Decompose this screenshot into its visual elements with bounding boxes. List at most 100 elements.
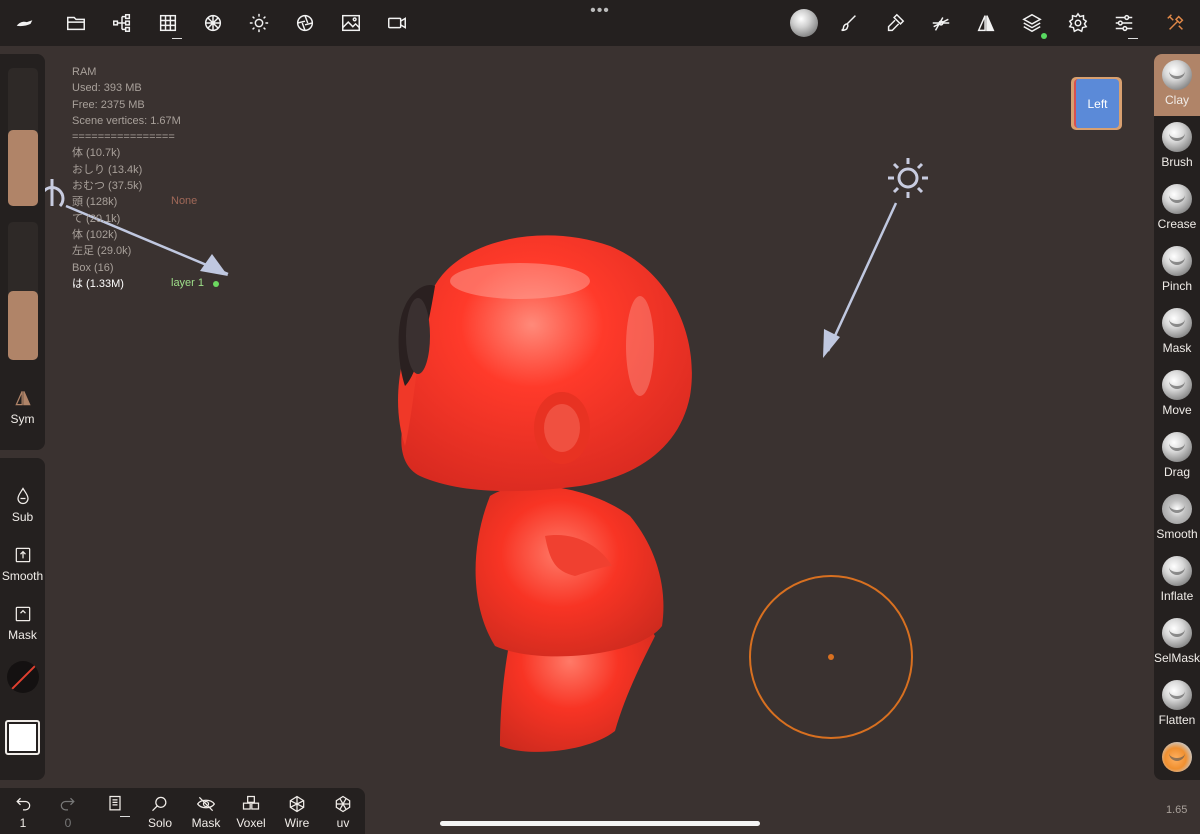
no-color-slash bbox=[8, 661, 39, 693]
material-color-swatch[interactable] bbox=[7, 661, 39, 693]
tool-label: Flatten bbox=[1158, 713, 1196, 727]
mask-box-icon bbox=[13, 604, 33, 624]
mesh-list-item[interactable]: 体 (102k) bbox=[72, 227, 181, 243]
mesh-list-item-selected[interactable]: は (1.33M) bbox=[72, 276, 181, 292]
wireframe-icon bbox=[287, 794, 307, 814]
redo-icon bbox=[58, 794, 78, 814]
gizmo-icon[interactable] bbox=[928, 10, 954, 36]
scene-tree-icon[interactable] bbox=[109, 10, 135, 36]
view-cube-face[interactable]: Left bbox=[1074, 79, 1119, 128]
history-options-indicator bbox=[120, 816, 130, 817]
layers-icon[interactable] bbox=[1019, 10, 1045, 36]
mesh-list-item[interactable]: 左足 (29.0k) bbox=[72, 243, 181, 259]
stats-line: Scene vertices: 1.67M bbox=[72, 114, 181, 127]
tool-label: Drag bbox=[1163, 465, 1190, 479]
history-button[interactable] bbox=[92, 794, 138, 817]
sym-button[interactable]: Sym bbox=[0, 388, 45, 426]
tool-label: Pinch bbox=[1161, 279, 1193, 293]
drag-tool-icon bbox=[1162, 432, 1192, 462]
undo-icon bbox=[13, 794, 33, 814]
undo-button[interactable]: 1 bbox=[0, 794, 46, 830]
tool-flatten[interactable]: Flatten bbox=[1154, 674, 1200, 736]
left-upper-panel: Sym bbox=[0, 54, 45, 450]
inflate-tool-icon bbox=[1162, 556, 1192, 586]
mask-visibility-button[interactable]: Mask bbox=[183, 794, 229, 830]
voxel-label: Voxel bbox=[236, 816, 266, 830]
tool-pinch[interactable]: Pinch bbox=[1154, 240, 1200, 302]
grid-options-indicator bbox=[172, 38, 182, 39]
tools-panel: Clay Brush Crease Pinch Mask Move Drag S… bbox=[1154, 54, 1200, 780]
mesh-list-item[interactable]: 体 (10.7k) bbox=[72, 145, 181, 161]
tool-label: Crease bbox=[1157, 217, 1197, 231]
tool-mask[interactable]: Mask bbox=[1154, 302, 1200, 364]
smooth-box-icon bbox=[13, 545, 33, 565]
interface-icon[interactable] bbox=[1163, 10, 1189, 36]
tool-brush[interactable]: Brush bbox=[1154, 116, 1200, 178]
tool-label: Brush bbox=[1161, 155, 1193, 169]
background-image-icon[interactable] bbox=[338, 10, 364, 36]
redo-button[interactable]: 0 bbox=[45, 794, 91, 830]
tool-label: Mask bbox=[1162, 341, 1192, 355]
tool-settings-icon[interactable] bbox=[1111, 10, 1137, 36]
sub-button[interactable]: Sub bbox=[0, 486, 45, 524]
layers-active-dot bbox=[1041, 33, 1047, 39]
mesh-list-item[interactable]: 頭 (128k) bbox=[72, 194, 181, 210]
tool-label: Smooth bbox=[1156, 527, 1198, 541]
voxel-cubes-icon bbox=[241, 794, 261, 814]
solo-button[interactable]: Solo bbox=[137, 794, 183, 830]
more-options-dots[interactable]: ••• bbox=[587, 3, 613, 19]
scene-icon[interactable] bbox=[12, 10, 38, 36]
uv-button[interactable]: uv bbox=[320, 794, 366, 830]
tool-smooth[interactable]: Smooth bbox=[1154, 488, 1200, 550]
stats-line: Free: 2375 MB bbox=[72, 98, 145, 111]
smooth-button[interactable]: Smooth bbox=[0, 545, 45, 583]
wire-button[interactable]: Wire bbox=[274, 794, 320, 830]
camera-aperture-icon[interactable] bbox=[292, 10, 318, 36]
symmetry-icon[interactable] bbox=[973, 10, 999, 36]
tool-clay[interactable]: Clay bbox=[1154, 54, 1200, 116]
tool-move[interactable]: Move bbox=[1154, 364, 1200, 426]
paint-tool-icon bbox=[1162, 742, 1192, 772]
wire-label: Wire bbox=[284, 816, 310, 830]
tool-crease[interactable]: Crease bbox=[1154, 178, 1200, 240]
mesh-list-item[interactable]: おしり (13.4k) bbox=[72, 162, 181, 178]
tool-next[interactable] bbox=[1154, 736, 1200, 780]
light-gizmo-2[interactable] bbox=[823, 158, 928, 358]
tool-label: Clay bbox=[1164, 93, 1189, 107]
folder-icon[interactable] bbox=[63, 10, 89, 36]
tool-selmask[interactable]: SelMask bbox=[1154, 612, 1200, 674]
mesh-list-item[interactable]: て (20.1k) bbox=[72, 211, 181, 227]
redo-count: 0 bbox=[64, 816, 72, 830]
settings-icon[interactable] bbox=[1065, 10, 1091, 36]
view-cube[interactable]: Left bbox=[1071, 77, 1122, 130]
sculpt-model[interactable] bbox=[398, 235, 692, 752]
paint-color-swatch[interactable] bbox=[5, 720, 40, 755]
grid-icon[interactable] bbox=[155, 10, 181, 36]
tool-settings-options-indicator bbox=[1128, 38, 1138, 39]
mesh-list-item[interactable]: Box (16) bbox=[72, 260, 181, 276]
smooth-tool-icon bbox=[1162, 494, 1192, 524]
crease-tool-icon bbox=[1162, 184, 1192, 214]
mask-label: Mask bbox=[8, 628, 37, 642]
paint-brush-icon[interactable] bbox=[836, 10, 862, 36]
radius-slider[interactable] bbox=[8, 68, 38, 206]
uv-icon bbox=[333, 794, 353, 814]
sym-label: Sym bbox=[10, 412, 35, 426]
video-record-icon[interactable] bbox=[384, 10, 410, 36]
light-icon[interactable] bbox=[246, 10, 272, 36]
mask-button[interactable]: Mask bbox=[0, 604, 45, 642]
mesh-list-item[interactable]: おむつ (37.5k) bbox=[72, 178, 181, 194]
tool-inflate[interactable]: Inflate bbox=[1154, 550, 1200, 612]
clay-tool-icon bbox=[1162, 60, 1192, 90]
left-lower-panel: Sub Smooth Mask bbox=[0, 458, 45, 780]
stroke-icon[interactable] bbox=[882, 10, 908, 36]
layer-label[interactable]: layer 1 bbox=[171, 277, 204, 289]
tool-label: Move bbox=[1162, 403, 1192, 417]
top-toolbar: ••• bbox=[0, 0, 1200, 46]
topology-icon[interactable] bbox=[200, 10, 226, 36]
voxel-button[interactable]: Voxel bbox=[228, 794, 274, 830]
intensity-slider[interactable] bbox=[8, 222, 38, 360]
home-indicator[interactable] bbox=[440, 821, 760, 826]
material-ball-icon[interactable] bbox=[789, 8, 819, 38]
tool-drag[interactable]: Drag bbox=[1154, 426, 1200, 488]
